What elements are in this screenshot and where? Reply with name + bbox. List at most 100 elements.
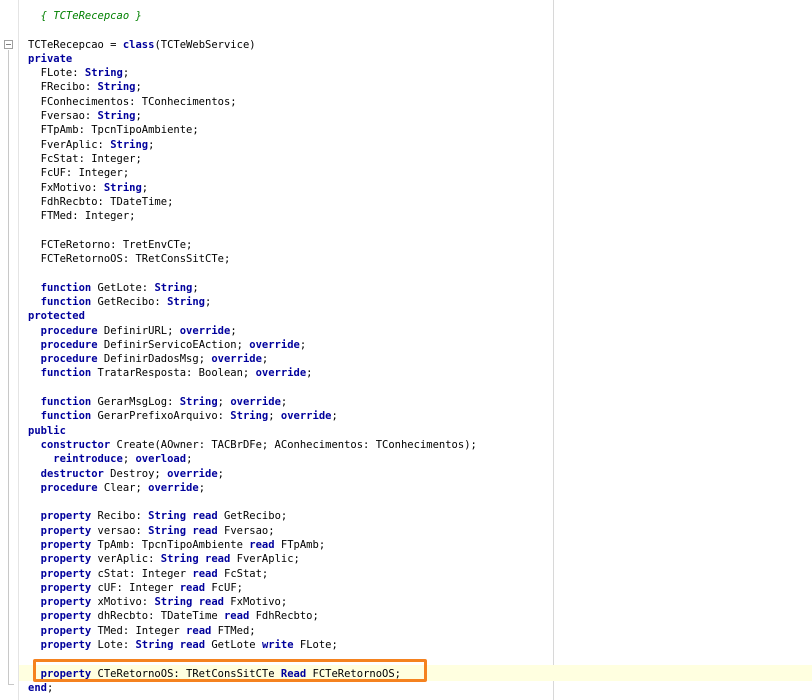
- code-keyword: read: [179, 581, 206, 594]
- code-keyword: read: [192, 567, 218, 580]
- code-line[interactable]: FverAplic: String;: [28, 138, 477, 152]
- code-text: dhRecbto: TDateTime: [91, 610, 224, 623]
- right-margin-line: [553, 0, 554, 700]
- code-keyword: public: [28, 424, 66, 437]
- code-line[interactable]: property TMed: Integer read FTMed;: [28, 624, 477, 638]
- code-line[interactable]: reintroduce; overload;: [28, 452, 477, 466]
- code-keyword: property: [28, 524, 92, 537]
- code-keyword: read: [186, 510, 218, 523]
- code-line[interactable]: property TpAmb: TpcnTipoAmbiente read FT…: [28, 538, 477, 552]
- code-text: Fversao;: [217, 524, 275, 537]
- code-line[interactable]: property Lote: String read GetLote write…: [28, 638, 477, 652]
- code-keyword: read: [249, 538, 275, 551]
- code-line[interactable]: [28, 223, 477, 237]
- code-line[interactable]: property verAplic: String read FverAplic…: [28, 552, 477, 566]
- code-line[interactable]: private: [28, 52, 477, 66]
- code-keyword: override: [230, 396, 281, 409]
- code-keyword: property: [28, 624, 92, 637]
- code-line[interactable]: FTpAmb: TpcnTipoAmbiente;: [28, 123, 477, 137]
- code-line[interactable]: property xMotivo: String read FxMotivo;: [28, 595, 477, 609]
- code-line[interactable]: procedure DefinirDadosMsg; override;: [28, 352, 477, 366]
- code-line[interactable]: FcUF: Integer;: [28, 166, 477, 180]
- code-text: GetLote:: [91, 281, 155, 294]
- fold-collapse-icon[interactable]: [4, 40, 13, 49]
- code-keyword: read: [173, 639, 206, 652]
- code-line[interactable]: FCTeRetorno: TretEnvCTe;: [28, 238, 477, 252]
- code-text: FdhRecbto: TDateTime;: [28, 195, 174, 208]
- code-text: ;: [331, 410, 338, 423]
- code-text: Recibo:: [91, 510, 149, 523]
- code-text: FCTeRetorno: TretEnvCTe;: [28, 238, 193, 251]
- code-text: ;: [122, 67, 130, 80]
- code-line[interactable]: FdhRecbto: TDateTime;: [28, 195, 477, 209]
- code-line[interactable]: property cUF: Integer read FcUF;: [28, 581, 477, 595]
- code-text: Destroy;: [103, 467, 168, 480]
- code-text: ;: [217, 396, 231, 409]
- code-text: GetLote: [205, 639, 262, 652]
- code-line[interactable]: property cStat: Integer read FcStat;: [28, 567, 477, 581]
- code-line[interactable]: procedure Clear; override;: [28, 481, 477, 495]
- code-text: FCTeRetornoOS: TRetConsSitCTe;: [28, 253, 231, 266]
- code-text: FcStat: Integer;: [28, 152, 142, 165]
- code-text: FxMotivo;: [223, 596, 288, 609]
- code-line[interactable]: FCTeRetornoOS: TRetConsSitCTe;: [28, 252, 477, 266]
- code-line[interactable]: FConhecimentos: TConhecimentos;: [28, 95, 477, 109]
- code-keyword: String: [179, 396, 218, 409]
- code-editor[interactable]: { TCTeRecepcao } TCTeRecepcao = class(TC…: [0, 0, 812, 700]
- code-line[interactable]: Fversao: String;: [28, 109, 477, 123]
- code-line[interactable]: public: [28, 424, 477, 438]
- code-line[interactable]: end;: [28, 681, 477, 695]
- code-line[interactable]: [28, 23, 477, 37]
- code-line[interactable]: FcStat: Integer;: [28, 152, 477, 166]
- code-line[interactable]: FxMotivo: String;: [28, 181, 477, 195]
- code-line[interactable]: function TratarResposta: Boolean; overri…: [28, 366, 477, 380]
- code-keyword: read: [223, 610, 250, 623]
- code-keyword: override: [255, 367, 307, 380]
- code-line[interactable]: constructor Create(AOwner: TACBrDFe; ACo…: [28, 438, 477, 452]
- code-line[interactable]: [28, 266, 477, 280]
- code-line[interactable]: function GerarPrefixoArquivo: String; ov…: [28, 409, 477, 423]
- code-line[interactable]: TCTeRecepcao = class(TCTeWebService): [28, 38, 477, 52]
- code-keyword: function: [28, 410, 92, 423]
- code-keyword: override: [249, 338, 300, 351]
- code-line[interactable]: property Recibo: String read GetRecibo;: [28, 509, 477, 523]
- code-keyword: read: [186, 624, 212, 637]
- code-text: (TCTeWebService): [154, 38, 256, 51]
- code-keyword: overload: [135, 453, 187, 466]
- code-keyword: String: [148, 510, 187, 523]
- code-text: ;: [261, 353, 269, 366]
- code-line[interactable]: FTMed: Integer;: [28, 209, 477, 223]
- code-line[interactable]: FLote: String;: [28, 66, 477, 80]
- code-keyword: constructor: [28, 438, 111, 451]
- code-line[interactable]: protected: [28, 309, 477, 323]
- code-text: versao:: [91, 524, 149, 537]
- code-line[interactable]: function GerarMsgLog: String; override;: [28, 395, 477, 409]
- code-text: ;: [122, 453, 136, 466]
- code-keyword: property: [28, 610, 92, 623]
- code-keyword: String: [160, 553, 199, 566]
- code-line[interactable]: procedure DefinirURL; override;: [28, 324, 477, 338]
- code-line[interactable]: property dhRecbto: TDateTime read FdhRec…: [28, 609, 477, 623]
- code-text: FTpAmb;: [274, 538, 326, 551]
- code-keyword: String: [154, 596, 193, 609]
- code-line[interactable]: [28, 495, 477, 509]
- code-keyword: property: [28, 581, 92, 594]
- code-line[interactable]: property versao: String read Fversao;: [28, 524, 477, 538]
- code-line[interactable]: FRecibo: String;: [28, 80, 477, 94]
- code-text: ;: [186, 453, 193, 466]
- code-keyword: read: [186, 524, 218, 537]
- code-keyword: String: [154, 281, 193, 294]
- code-keyword: function: [28, 396, 92, 409]
- code-line[interactable]: { TCTeRecepcao }: [28, 9, 477, 23]
- code-text: FcStat;: [217, 567, 269, 580]
- code-text: ;: [192, 281, 199, 294]
- code-keyword: function: [28, 295, 92, 308]
- code-text: Fversao:: [28, 110, 98, 123]
- code-line[interactable]: destructor Destroy; override;: [28, 467, 477, 481]
- code-line[interactable]: [28, 381, 477, 395]
- code-line[interactable]: function GetRecibo: String;: [28, 295, 477, 309]
- code-line[interactable]: procedure DefinirServicoEAction; overrid…: [28, 338, 477, 352]
- code-keyword: property: [28, 596, 92, 609]
- code-content[interactable]: { TCTeRecepcao } TCTeRecepcao = class(TC…: [28, 9, 477, 695]
- code-line[interactable]: function GetLote: String;: [28, 281, 477, 295]
